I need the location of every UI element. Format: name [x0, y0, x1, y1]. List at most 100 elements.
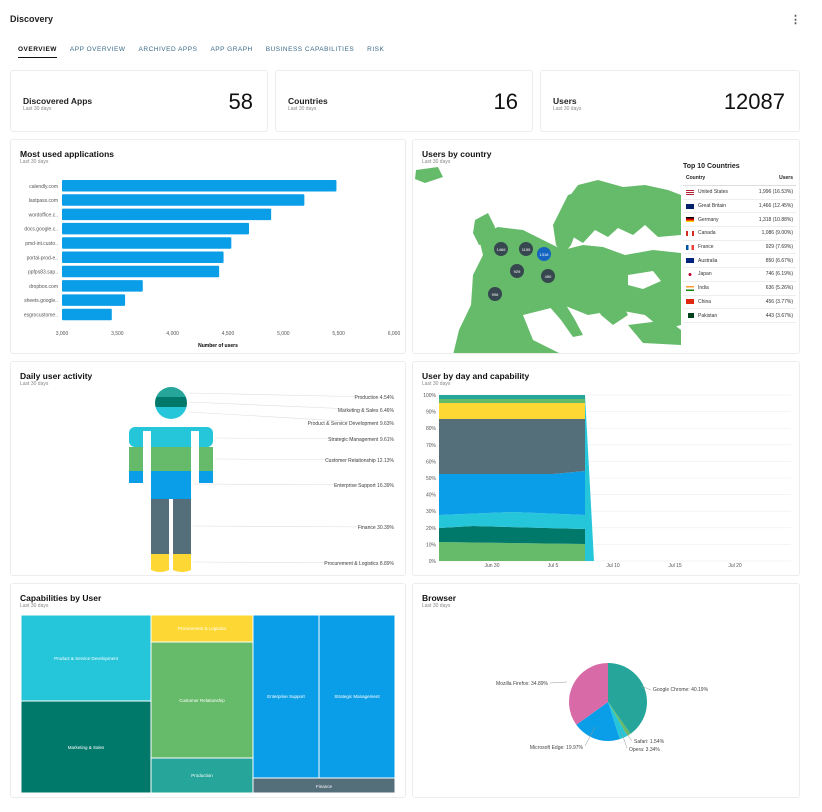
country-users: 1,996 (16.53%) — [758, 189, 793, 196]
area-series-cyan — [439, 512, 585, 529]
svg-text:996: 996 — [492, 292, 499, 297]
stat-sub: Last 30 days — [288, 106, 317, 112]
map-cluster-929[interactable]: 929 — [510, 264, 524, 278]
tab-app-overview[interactable]: APP OVERVIEW — [70, 46, 126, 58]
map-cluster-996[interactable]: 996 — [488, 287, 502, 301]
label-production: Production 4.54% — [355, 395, 395, 401]
flag-icon — [686, 299, 694, 305]
segment-production — [155, 387, 187, 397]
bar-category-label: lastpass.com — [29, 198, 58, 204]
map-cluster-450[interactable]: 450 — [541, 269, 555, 283]
x-tick-label: 4,500 — [222, 331, 235, 337]
country-name: China — [698, 298, 712, 305]
bar[interactable] — [62, 237, 232, 249]
country-row: Germany 1,318 (10.88%) — [683, 213, 796, 228]
country-name: India — [698, 285, 709, 292]
treemap-label-finance: Finance — [316, 784, 333, 789]
area-series-slate — [439, 419, 585, 474]
treemap-label-customer: Customer Relationship — [179, 698, 225, 703]
column-country: Country — [686, 175, 706, 181]
treemap-label-production: Production — [191, 773, 213, 778]
pie-label-safari: Safari: 1.54% — [634, 739, 665, 745]
page-title: Discovery — [10, 14, 54, 24]
label-enterprise: Enterprise Support 16.39% — [334, 483, 395, 489]
country-users: 746 (6.19%) — [765, 271, 793, 278]
top-10-title: Top 10 Countries — [683, 163, 740, 170]
bar[interactable] — [62, 194, 305, 206]
segment-strategic — [129, 427, 213, 447]
map-cluster-1466[interactable]: 1466 — [494, 242, 508, 256]
country-row: United States 1,996 (16.53%) — [683, 186, 796, 200]
area-series-top-green — [439, 399, 585, 403]
tab-risk[interactable]: RISK — [367, 46, 384, 58]
bar-category-label: sheets.google.. — [24, 298, 58, 304]
stat-sub: Last 30 days — [23, 106, 52, 112]
y-tick-label: 10% — [426, 542, 437, 548]
country-name: Australia — [698, 257, 718, 264]
bar[interactable] — [62, 265, 220, 278]
y-tick-label: 40% — [426, 493, 437, 499]
area-series-dark-teal — [439, 526, 585, 544]
country-name: Pakistan — [698, 312, 718, 319]
y-tick-label: 30% — [426, 509, 437, 515]
area-series-yellow — [439, 403, 585, 419]
country-users: 443 (3.67%) — [765, 312, 793, 319]
flag-icon — [686, 203, 694, 209]
country-name: Canada — [698, 230, 716, 237]
flag-icon — [686, 189, 694, 195]
flag-icon — [686, 313, 694, 319]
svg-text:929: 929 — [514, 269, 521, 274]
flag-icon — [686, 230, 694, 236]
flag-icon — [686, 271, 694, 277]
country-users: 1,318 (10.88%) — [758, 216, 793, 223]
treemap-label-marketing: Marketing & Sales — [68, 745, 105, 750]
map-cluster-1318[interactable]: 1318 — [537, 247, 551, 261]
stacked-area-chart: 0% 10% 20% 30% 40% 50% 60% 70% 80% 90% 100% Jun 30 J… — [423, 393, 791, 569]
bar[interactable] — [62, 280, 143, 292]
area-series-green — [439, 542, 585, 561]
label-customer: Customer Relationship 12.13% — [325, 458, 394, 464]
map-cluster-1155[interactable]: 1155 — [519, 242, 533, 256]
x-tick-label: Jun 30 — [484, 563, 499, 569]
x-tick-label: Jul 5 — [548, 563, 559, 569]
segment-procurement — [151, 554, 169, 572]
area-series-blue — [439, 471, 585, 515]
pie-label-edge: Microsoft Edge: 19.97% — [530, 745, 584, 751]
user-by-day-capability-card: User by day and capability Last 30 days … — [412, 361, 800, 576]
country-row: France 929 (7.69%) — [683, 241, 796, 255]
column-users: Users — [779, 175, 793, 181]
pie-label-firefox: Mozilla Firefox: 34.89% — [496, 681, 549, 687]
browser-card: Browser Last 30 days Google Chrome: 40.1… — [412, 583, 800, 798]
flag-icon — [686, 258, 694, 264]
kebab-menu-icon[interactable]: ⋮ — [790, 13, 801, 26]
stat-sub: Last 30 days — [553, 106, 582, 112]
country-row: Australia 850 (6.67%) — [683, 254, 796, 269]
bar[interactable] — [62, 294, 126, 306]
bar[interactable] — [62, 208, 272, 221]
person-chart: Production 4.54% Marketing & Sales 6.46%… — [129, 387, 395, 572]
bar[interactable] — [62, 308, 112, 321]
tab-business-capabilities[interactable]: BUSINESS CAPABILITIES — [266, 46, 354, 58]
y-tick-label: 0% — [429, 559, 437, 565]
top-10-header: Country Users — [683, 173, 796, 186]
tab-archived-apps[interactable]: ARCHIVED APPS — [139, 46, 198, 58]
bar[interactable] — [62, 180, 337, 192]
country-users: 1,086 (9.00%) — [761, 230, 793, 237]
area-series — [439, 395, 594, 561]
bar[interactable] — [62, 222, 250, 235]
x-tick-label: 5,500 — [332, 331, 345, 337]
flag-icon — [686, 285, 694, 291]
stat-title: Discovered Apps — [23, 96, 93, 106]
bar[interactable] — [62, 251, 224, 264]
pie-label-chrome: Google Chrome: 40.19% — [653, 687, 709, 693]
bar-category-label: calendly.com — [29, 184, 58, 190]
tab-overview[interactable]: OVERVIEW — [18, 46, 57, 58]
country-users: 929 (7.69%) — [765, 244, 793, 251]
y-tick-label: 50% — [426, 476, 437, 482]
bar-category-label: dropbox.com — [29, 284, 58, 290]
x-tick-label: Jul 10 — [606, 563, 620, 569]
bar-category-label: ppfps83.sap.. — [28, 270, 58, 276]
tab-app-graph[interactable]: APP GRAPH — [210, 46, 252, 58]
stat-title: Countries — [288, 96, 328, 106]
europe-map[interactable]: 1466 1155 1318 929 450 996 — [413, 165, 681, 354]
